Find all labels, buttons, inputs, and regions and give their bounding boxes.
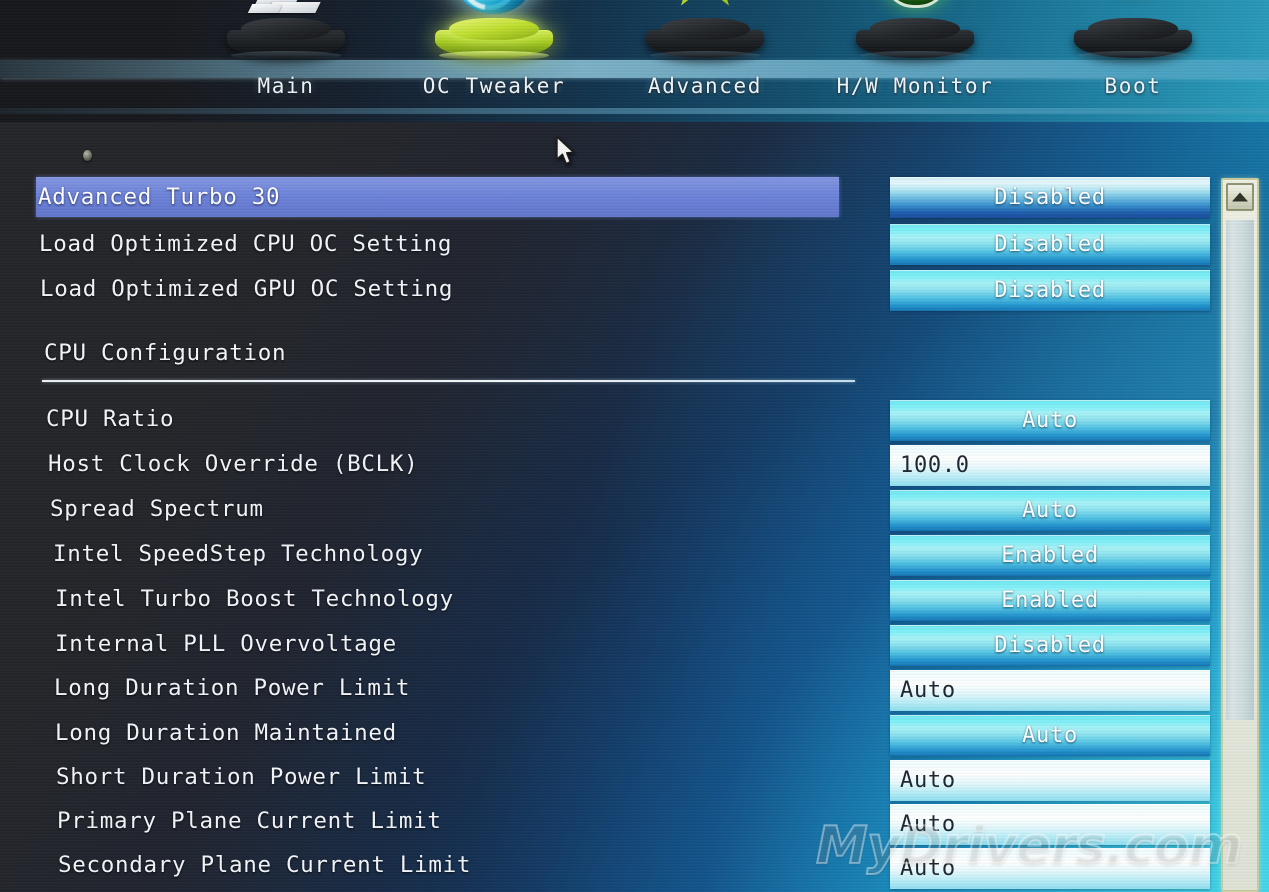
- setting-value-primary-plane-current-limit[interactable]: Auto: [890, 804, 1210, 845]
- tab-oc-tweaker-label: OC Tweaker: [422, 74, 566, 98]
- setting-label: Load Optimized GPU OC Setting: [40, 276, 454, 302]
- setting-value-spread-spectrum[interactable]: Auto: [890, 490, 1210, 531]
- tab-boot-icon-area: [1037, 0, 1229, 72]
- setting-value-host-clock-override-bclk[interactable]: 100.0: [890, 445, 1210, 486]
- tab-advanced-label: Advanced: [648, 74, 762, 98]
- tab-hw-monitor[interactable]: H/W Monitor: [819, 0, 1011, 122]
- bios-screen: Main OC Tweaker Advanced H/W Monitor Boo…: [0, 0, 1269, 892]
- tab-hw-monitor-label: H/W Monitor: [836, 74, 994, 98]
- top-navigation-bar: Main OC Tweaker Advanced H/W Monitor Boo…: [0, 0, 1269, 122]
- settings-list: Advanced Turbo 30 Disabled Load Optimize…: [0, 0, 1269, 892]
- scrollbar-thumb[interactable]: [1226, 220, 1254, 720]
- nav-tabs: Main OC Tweaker Advanced H/W Monitor Boo…: [190, 0, 1269, 122]
- setting-label: Host Clock Override (BCLK): [48, 451, 419, 477]
- setting-label: Secondary Plane Current Limit: [58, 852, 472, 878]
- tab-main-label: Main: [257, 74, 315, 98]
- tab-hw-monitor-icon-area: [819, 0, 1011, 72]
- setting-label: Short Duration Power Limit: [56, 764, 427, 790]
- tab-plinth: [227, 18, 345, 60]
- tab-main-icon-area: [190, 0, 382, 72]
- setting-value-internal-pll-overvoltage[interactable]: Disabled: [890, 625, 1210, 666]
- section-header-cpu-configuration: CPU Configuration: [0, 340, 1269, 392]
- vertical-scrollbar[interactable]: [1221, 178, 1259, 892]
- setting-value-long-duration-maintained[interactable]: Auto: [890, 715, 1210, 756]
- setting-value-load-optimized-gpu-oc-setting[interactable]: Disabled: [890, 270, 1210, 311]
- setting-label: Intel SpeedStep Technology: [53, 541, 424, 567]
- setting-value-load-optimized-cpu-oc-setting[interactable]: Disabled: [890, 224, 1210, 265]
- tab-advanced-icon-area: [609, 0, 801, 72]
- setting-value-long-duration-power-limit[interactable]: Auto: [890, 670, 1210, 711]
- setting-label: CPU Ratio: [46, 406, 175, 432]
- setting-label: Long Duration Power Limit: [54, 675, 411, 701]
- chevron-up-icon: [1232, 192, 1248, 202]
- setting-label: Long Duration Maintained: [55, 720, 397, 746]
- setting-label: Primary Plane Current Limit: [57, 808, 442, 834]
- scrollbar-up-button[interactable]: [1226, 183, 1254, 211]
- setting-value-intel-speedstep-technology[interactable]: Enabled: [890, 535, 1210, 576]
- arrow-pointer-icon: [556, 136, 578, 168]
- tab-plinth-active: [435, 18, 553, 60]
- setting-label: Advanced Turbo 30: [38, 184, 281, 210]
- setting-value-cpu-ratio[interactable]: Auto: [890, 400, 1210, 441]
- nav-indicator-dot: [83, 150, 92, 161]
- tab-main[interactable]: Main: [190, 0, 382, 122]
- tab-oc-tweaker-icon-area: [398, 0, 590, 72]
- tab-plinth: [1074, 18, 1192, 60]
- setting-label: Intel Turbo Boost Technology: [55, 586, 454, 612]
- tab-boot-label: Boot: [1104, 74, 1162, 98]
- setting-value-secondary-plane-current-limit[interactable]: Auto: [890, 848, 1210, 889]
- tab-oc-tweaker[interactable]: OC Tweaker: [398, 0, 590, 122]
- setting-label: Spread Spectrum: [50, 496, 264, 522]
- tab-boot[interactable]: Boot: [1037, 0, 1229, 122]
- tab-plinth: [856, 18, 974, 60]
- setting-label: Load Optimized CPU OC Setting: [39, 231, 453, 257]
- section-header-label: CPU Configuration: [44, 340, 287, 366]
- tab-advanced[interactable]: Advanced: [609, 0, 801, 122]
- setting-value-advanced-turbo-30[interactable]: Disabled: [890, 177, 1210, 218]
- tab-plinth: [646, 18, 764, 60]
- section-divider: [42, 380, 855, 382]
- setting-label: Internal PLL Overvoltage: [55, 631, 397, 657]
- setting-value-intel-turbo-boost-technology[interactable]: Enabled: [890, 580, 1210, 621]
- setting-value-short-duration-power-limit[interactable]: Auto: [890, 760, 1210, 801]
